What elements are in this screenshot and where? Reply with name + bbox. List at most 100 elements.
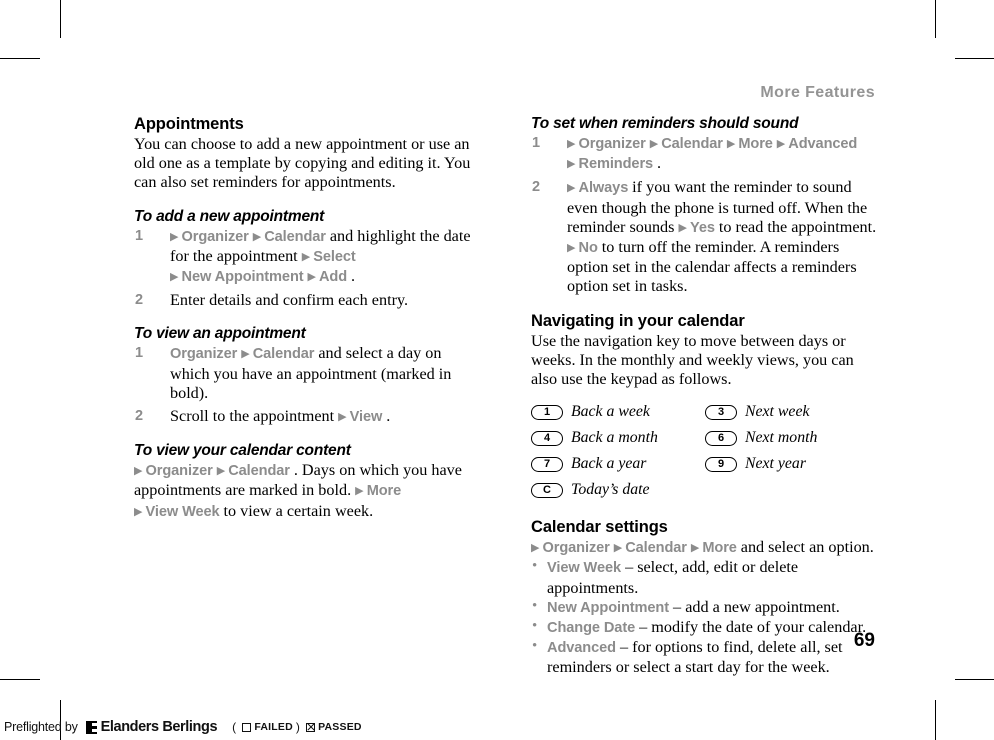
step-number: 1 bbox=[135, 227, 144, 244]
body-text: to view a certain week. bbox=[223, 501, 374, 520]
menu-arrow-icon: ▶ bbox=[613, 542, 626, 555]
bullet-icon: • bbox=[532, 558, 538, 575]
keypad-key-label: Back a week bbox=[571, 403, 650, 421]
option-description: – add a new appointment. bbox=[669, 597, 840, 616]
calendar-settings-option-list: • View Week – select, add, edit or delete… bbox=[531, 558, 879, 677]
option-term: View Week bbox=[547, 560, 622, 577]
menu-arrow-icon: ▶ bbox=[567, 158, 579, 171]
menu-arrow-icon: ▶ bbox=[649, 138, 662, 150]
menu-token: View bbox=[349, 409, 387, 426]
menu-arrow-icon: ▶ bbox=[252, 230, 265, 243]
menu-token: Organizer bbox=[145, 463, 217, 480]
section-heading-calendar-settings: Calendar settings bbox=[531, 518, 668, 537]
body-text: Scroll to the appointment bbox=[170, 407, 339, 426]
procedure-heading-reminders-sound: To set when reminders should sound bbox=[531, 115, 799, 132]
menu-arrow-icon: ▶ bbox=[216, 465, 229, 478]
section-heading-appointments: Appointments bbox=[134, 115, 244, 133]
keypad-key-label: Next month bbox=[745, 429, 818, 447]
keypad-shortcut-row: C Today’s date bbox=[531, 477, 879, 503]
body-text: Enter details and confirm each entry. bbox=[170, 291, 409, 310]
keypad-key-label: Today’s date bbox=[571, 481, 650, 499]
menu-arrow-icon: ▶ bbox=[531, 542, 543, 555]
keypad-key-1-icon: 1 bbox=[531, 404, 563, 420]
keypad-key-label: Next week bbox=[745, 403, 810, 421]
running-header: More Features bbox=[760, 84, 875, 101]
menu-token: Add bbox=[318, 269, 352, 286]
keypad-shortcut-cell: C Today’s date bbox=[531, 481, 713, 499]
bullet-icon: • bbox=[532, 597, 538, 614]
keypad-key-9-icon: 9 bbox=[705, 456, 737, 472]
keypad-key-label: Back a year bbox=[571, 455, 647, 473]
menu-token: More bbox=[738, 136, 777, 152]
list-item: • View Week – select, add, edit or delete… bbox=[531, 558, 879, 597]
paren-open: ( bbox=[232, 720, 237, 734]
menu-token: Calendar bbox=[625, 540, 691, 557]
body-text: to turn off the reminder. A reminders op… bbox=[567, 238, 857, 296]
menu-token: Always bbox=[578, 180, 633, 197]
procedure-step: 2 ▶ Always if you want the reminder to so… bbox=[531, 178, 879, 296]
procedure-steps-view-appointment: 1 Organizer ▶ Calendar and select a day o… bbox=[134, 344, 482, 427]
menu-token: Organizer bbox=[170, 346, 242, 363]
procedure-step: 2 Enter details and confirm each entry. bbox=[134, 291, 482, 310]
menu-arrow-icon: ▶ bbox=[567, 242, 579, 255]
menu-token: Organizer bbox=[578, 136, 650, 152]
keypad-shortcut-cell: 9 Next year bbox=[705, 455, 879, 473]
option-term: New Appointment bbox=[547, 599, 669, 616]
menu-token: Select bbox=[313, 248, 356, 265]
procedure-step: 1 ▶ Organizer ▶ Calendar ▶ More ▶ Advance… bbox=[531, 134, 879, 174]
keypad-key-label: Next year bbox=[745, 455, 806, 473]
menu-token: Organizer bbox=[542, 540, 614, 557]
procedure-steps-reminders-sound: 1 ▶ Organizer ▶ Calendar ▶ More ▶ Advance… bbox=[531, 134, 879, 297]
menu-arrow-icon: ▶ bbox=[776, 138, 789, 150]
procedure-step: 1 Organizer ▶ Calendar and select a day o… bbox=[134, 344, 482, 403]
navigating-intro-paragraph: Use the navigation key to move between d… bbox=[531, 331, 854, 389]
menu-token: No bbox=[578, 240, 602, 257]
menu-arrow-icon: ▶ bbox=[690, 542, 703, 555]
menu-token: More bbox=[702, 540, 741, 557]
keypad-shortcut-cell: 7 Back a year bbox=[531, 455, 705, 473]
menu-token: View Week bbox=[145, 503, 224, 520]
bullet-icon: • bbox=[532, 618, 538, 635]
menu-arrow-icon: ▶ bbox=[338, 411, 350, 424]
menu-arrow-icon: ▶ bbox=[301, 250, 314, 263]
calendar-settings-lead-paragraph: ▶ Organizer ▶ Calendar ▶ More and select… bbox=[531, 538, 879, 558]
left-column: Appointments You can choose to add a new… bbox=[134, 115, 482, 522]
keypad-shortcut-cell: 6 Next month bbox=[705, 429, 879, 447]
menu-arrow-icon: ▶ bbox=[170, 230, 182, 243]
step-number: 1 bbox=[135, 345, 144, 362]
keypad-shortcut-cell: 3 Next week bbox=[705, 403, 879, 421]
option-term: Advanced bbox=[547, 640, 616, 657]
right-column: To set when reminders should sound 1 ▶ Or… bbox=[531, 115, 879, 678]
body-text: . bbox=[351, 267, 356, 286]
menu-arrow-icon: ▶ bbox=[567, 182, 579, 195]
manual-page: More Features Appointments You can choos… bbox=[0, 0, 994, 740]
keypad-shortcut-row: 1 Back a week 3 Next week bbox=[531, 399, 879, 425]
body-text: to read the appointment. bbox=[718, 217, 877, 236]
procedure-step: 2 Scroll to the appointment ▶ View . bbox=[134, 407, 482, 427]
menu-token: More bbox=[366, 483, 402, 500]
preflight-status: ( FAILED ) PASSED bbox=[229, 720, 362, 734]
procedure-step: 1 ▶ Organizer ▶ Calendar and highlight th… bbox=[134, 227, 482, 288]
step-number: 1 bbox=[532, 135, 541, 151]
menu-token: Calendar bbox=[661, 136, 727, 152]
option-term: Change Date bbox=[547, 620, 636, 637]
body-text: . bbox=[386, 407, 391, 426]
section-heading-navigating: Navigating in your calendar bbox=[531, 311, 745, 330]
menu-arrow-icon: ▶ bbox=[726, 138, 739, 150]
list-item: • New Appointment – add a new appointment… bbox=[531, 598, 879, 618]
failed-checkbox-icon bbox=[242, 722, 252, 732]
passed-checkbox-icon bbox=[306, 722, 316, 732]
procedure-heading-view-calendar-content: To view your calendar content bbox=[134, 442, 351, 460]
body-text: and select an option. bbox=[740, 538, 874, 557]
keypad-key-7-icon: 7 bbox=[531, 456, 563, 472]
paren-close: ) bbox=[295, 720, 301, 734]
menu-arrow-icon: ▶ bbox=[134, 505, 146, 518]
menu-arrow-icon: ▶ bbox=[567, 138, 579, 150]
page-number: 69 bbox=[853, 630, 875, 651]
body-text: . bbox=[657, 154, 662, 173]
menu-arrow-icon: ▶ bbox=[355, 485, 367, 498]
elanders-logo-icon bbox=[85, 720, 97, 734]
menu-token: Calendar bbox=[264, 228, 330, 245]
menu-arrow-icon: ▶ bbox=[678, 221, 691, 234]
preflight-footer: Preflighted by Elanders Berlings ( FAILE… bbox=[4, 718, 362, 736]
